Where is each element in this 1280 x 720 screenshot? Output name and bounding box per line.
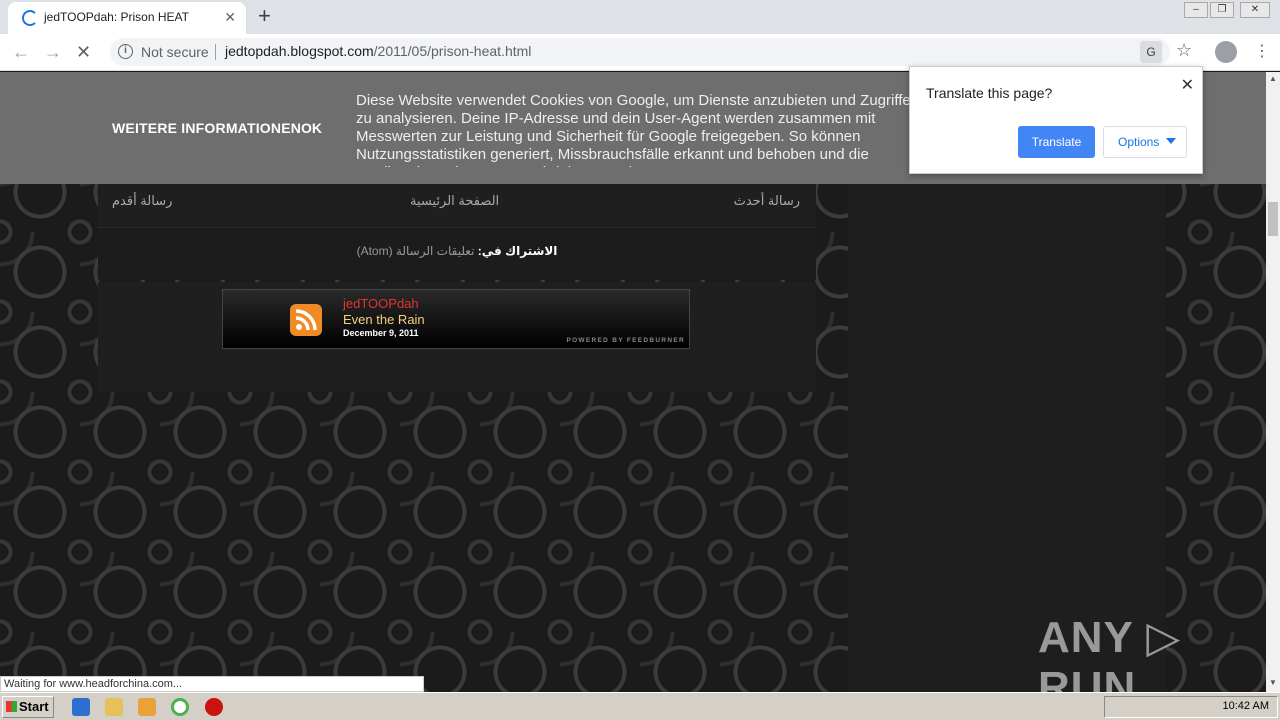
atom-feed-link[interactable]: تعليقات الرسالة (Atom)	[357, 244, 475, 258]
tab-strip: jedTOOPdah: Prison HEAT ✕ + – ❐ ✕	[0, 0, 1280, 34]
post-navigation: رسالة أحدث الصفحة الرئيسية رسالة أقدم	[98, 184, 816, 228]
subscribe-section: الاشتراك في: تعليقات الرسالة (Atom)	[98, 228, 816, 280]
minimize-icon[interactable]: –	[1184, 2, 1208, 18]
more-info-link[interactable]: WEITERE INFORMATIONEN	[112, 120, 301, 136]
media-player-icon[interactable]	[138, 698, 156, 716]
caret-down-icon	[1166, 138, 1176, 144]
loading-spinner-icon	[22, 10, 38, 26]
window-close-icon[interactable]: ✕	[1240, 2, 1270, 18]
cookie-ok-button[interactable]: OK	[301, 120, 322, 136]
older-post-link[interactable]: رسالة أقدم	[112, 193, 172, 209]
menu-kebab-icon[interactable]: ⋮	[1254, 41, 1270, 61]
address-bar[interactable]: i Not secure jedtopdah.blogspot.com/2011…	[110, 38, 1170, 66]
popup-close-icon[interactable]: ✕	[1181, 75, 1194, 95]
explorer-folder-icon[interactable]	[105, 698, 123, 716]
status-bubble: Waiting for www.headforchina.com...	[0, 676, 424, 692]
new-tab-icon[interactable]: +	[258, 3, 271, 29]
scroll-up-icon[interactable]: ▲	[1269, 74, 1277, 83]
browser-tab[interactable]: jedTOOPdah: Prison HEAT ✕	[8, 2, 246, 34]
back-icon[interactable]: ←	[12, 42, 30, 63]
subscribe-label: الاشتراك في:	[477, 244, 558, 258]
ie-icon[interactable]	[72, 698, 90, 716]
subscribe-line: الاشتراك في: تعليقات الرسالة (Atom)	[98, 244, 816, 258]
divider	[215, 44, 216, 60]
start-label: Start	[19, 699, 49, 714]
cookie-message: Diese Website verwendet Cookies von Goog…	[356, 92, 911, 167]
feedburner-credit[interactable]: POWERED BY FEEDBURNER	[566, 337, 685, 344]
windows-logo-icon	[6, 701, 17, 712]
scrollbar-thumb[interactable]	[1268, 202, 1278, 236]
options-label: Options	[1118, 135, 1160, 149]
options-button[interactable]: Options	[1103, 126, 1187, 158]
info-icon[interactable]: i	[118, 44, 133, 59]
restore-icon[interactable]: ❐	[1210, 2, 1234, 18]
stop-icon[interactable]: ✕	[76, 42, 91, 63]
translate-icon[interactable]: G	[1140, 41, 1162, 63]
translate-button[interactable]: Translate	[1018, 126, 1095, 158]
feed-headline[interactable]: Even the Rain	[343, 312, 425, 327]
feed-source[interactable]: jedTOOPdah	[343, 296, 419, 311]
url-path: /2011/05/prison-heat.html	[373, 43, 532, 59]
translate-popup: Translate this page? ✕ Translate Options	[909, 66, 1203, 174]
tab-title: jedTOOPdah: Prison HEAT	[44, 10, 189, 24]
feedburner-widget[interactable]: jedTOOPdah Even the Rain December 9, 201…	[222, 289, 690, 349]
feed-date: December 9, 2011	[343, 328, 419, 338]
rss-icon[interactable]	[290, 304, 322, 336]
profile-avatar-icon[interactable]	[1215, 41, 1237, 63]
taskbar: Start 10:42 AM	[0, 692, 1280, 720]
chrome-icon[interactable]	[171, 698, 189, 716]
security-label: Not secure	[141, 44, 209, 60]
start-button[interactable]: Start	[2, 696, 54, 718]
feed-container: jedTOOPdah Even the Rain December 9, 201…	[98, 282, 816, 392]
newer-post-link[interactable]: رسالة أحدث	[734, 193, 800, 209]
page-scrollbar[interactable]: ▲ ▼	[1266, 72, 1280, 692]
home-link[interactable]: الصفحة الرئيسية	[410, 193, 499, 209]
forward-icon[interactable]: →	[44, 42, 62, 63]
tab-close-icon[interactable]: ✕	[224, 9, 236, 26]
url-host: jedtopdah.blogspot.com	[225, 43, 374, 59]
opera-icon[interactable]	[205, 698, 223, 716]
translate-question: Translate this page?	[926, 85, 1053, 101]
bookmark-star-icon[interactable]: ☆	[1176, 40, 1192, 61]
url-text[interactable]: jedtopdah.blogspot.com/2011/05/prison-he…	[225, 43, 531, 59]
clock[interactable]: 10:42 AM	[1223, 700, 1269, 712]
system-tray: 10:42 AM	[1104, 696, 1278, 718]
